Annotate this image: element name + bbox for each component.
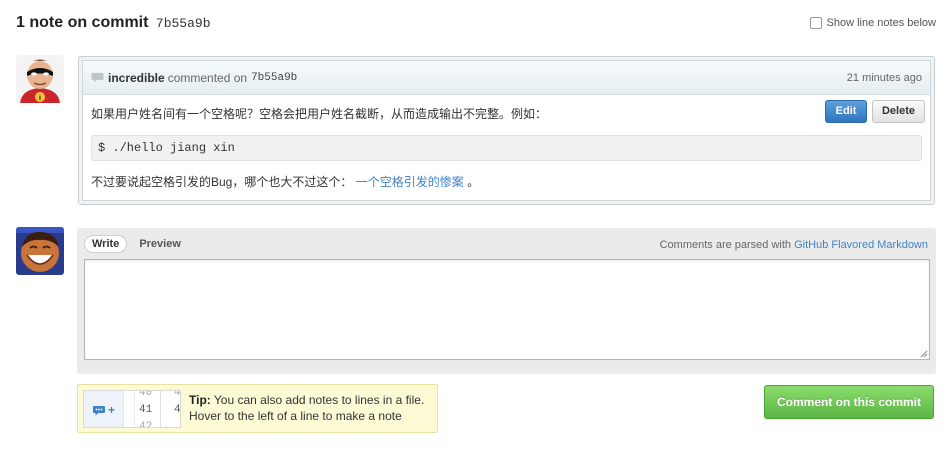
comment-textarea[interactable] [84,259,930,360]
comment-action: commented on [167,70,248,85]
commit-comment: incredible commented on 7b55a9b 21 minut… [78,56,935,205]
speech-bubble-icon [91,73,104,83]
line-number: 4 [174,404,181,416]
show-line-notes-toggle[interactable]: Show line notes below [809,17,936,29]
comment-timestamp[interactable]: 21 minutes ago [847,72,922,84]
resize-grip-icon[interactable] [920,350,928,358]
line-number: 4 [174,390,181,399]
line-number: 42 [139,421,153,428]
tab-preview[interactable]: Preview [139,238,181,250]
comment-paragraph: 如果用户姓名间有一个空格呢？空格会把用户姓名截断，从而造成输出不完整。例如： [91,107,548,121]
comment-actions: Edit Delete [825,100,925,123]
commit-sha: 7b55a9b [155,16,211,31]
tip-label: Tip: [189,393,211,407]
tab-write[interactable]: Write [84,235,128,253]
comment-paragraph: 不过要说起空格引发的Bug，哪个也大不过这个： 一个空格引发的惨案 。 [91,173,922,191]
comment-text: 不过要说起空格引发的Bug，哪个也大不过这个： [91,175,353,189]
tip-line2: Hover to the left of a line to make a no… [189,409,402,423]
show-line-notes-checkbox[interactable] [809,17,822,29]
comment-commit-sha[interactable]: 7b55a9b [251,72,297,84]
code-block: $ ./hello jiang xin [91,135,922,161]
comment-header: incredible commented on 7b55a9b 21 minut… [83,61,930,95]
editor-tabs: Write Preview [84,235,181,253]
markdown-help-link[interactable]: GitHub Flavored Markdown [794,239,928,251]
column-divider [160,391,161,427]
markdown-note-text: Comments are parsed with [659,239,792,251]
tip-text: Tip: You can also add notes to lines in … [189,392,424,424]
comment-text: 。 [467,175,480,189]
comment-on-commit-button[interactable]: Comment on this commit [764,385,934,419]
comment-author[interactable]: incredible [108,71,165,85]
add-note-icon: + [92,403,115,417]
page-title-text: 1 note on commit [16,14,149,31]
line-note-example-image: + 40 41 42 4 4 [83,390,181,428]
show-line-notes-label[interactable]: Show line notes below [827,17,936,29]
edit-button[interactable]: Edit [825,100,867,123]
svg-text:i: i [39,95,41,102]
commenter-avatar[interactable]: i [16,55,64,103]
plus-icon: + [108,403,116,417]
line-notes-tip: + 40 41 42 4 4 Tip: You can also add not… [77,384,438,433]
tip-line1: You can also add notes to lines in a fil… [213,393,425,407]
line-number: 40 [139,390,153,399]
markdown-note: Comments are parsed with GitHub Flavored… [660,239,928,251]
current-user-avatar[interactable] [16,227,64,275]
line-number: 41 [139,404,153,416]
new-comment-form: Write Preview Comments are parsed with G… [77,228,936,374]
column-divider [134,391,135,427]
comment-link[interactable]: 一个空格引发的惨案 [356,175,464,189]
comment-body: 如果用户姓名间有一个空格呢？空格会把用户姓名截断，从而造成输出不完整。例如： $… [83,95,930,191]
delete-button[interactable]: Delete [872,100,925,123]
page-title: 1 note on commit 7b55a9b [16,14,211,32]
